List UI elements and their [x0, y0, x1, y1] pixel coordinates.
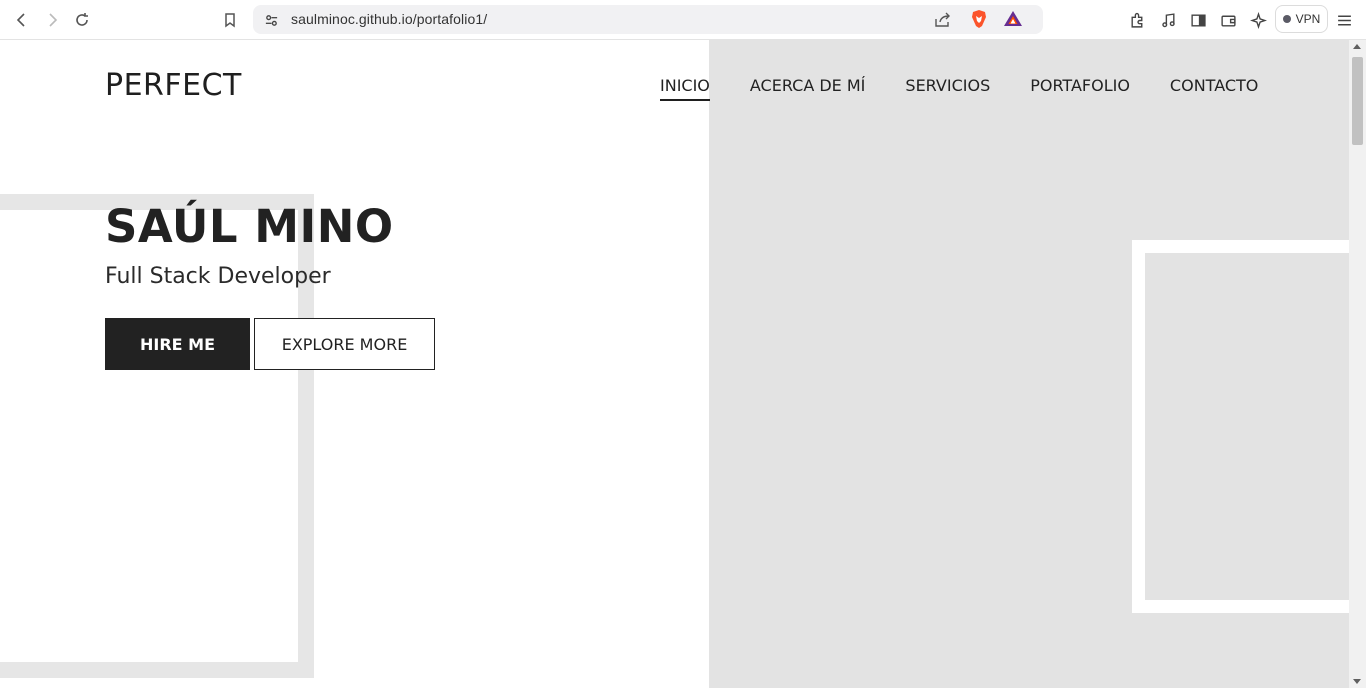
share-icon[interactable] [933, 10, 953, 30]
sidebar-icon[interactable] [1187, 9, 1209, 31]
hire-me-button[interactable]: HIRE ME [105, 318, 250, 370]
scroll-down-icon[interactable] [1353, 679, 1361, 684]
media-icon[interactable] [1157, 9, 1179, 31]
nav-item-portafolio[interactable]: PORTAFOLIO [1030, 76, 1130, 101]
scrollbar-thumb[interactable] [1352, 57, 1363, 145]
rewards-icon[interactable] [1003, 9, 1023, 29]
page-viewport: PERFECT INICIO ACERCA DE MÍ SERVICIOS PO… [0, 40, 1349, 688]
vpn-label: VPN [1295, 12, 1321, 26]
vpn-button[interactable]: VPN [1275, 5, 1328, 33]
reload-icon[interactable] [70, 8, 94, 32]
address-bar[interactable]: saulminoc.github.io/portafolio1/ [253, 5, 1043, 34]
main-navigation: INICIO ACERCA DE MÍ SERVICIOS PORTAFOLIO… [660, 76, 1258, 101]
extensions-icon[interactable] [1126, 9, 1148, 31]
page-scrollbar[interactable] [1349, 40, 1366, 688]
bookmark-icon[interactable] [218, 8, 242, 32]
nav-item-contacto[interactable]: CONTACTO [1170, 76, 1258, 101]
decorative-frame-right [1132, 240, 1349, 613]
nav-item-servicios[interactable]: SERVICIOS [905, 76, 990, 101]
logo-text: ERFECT [123, 68, 242, 103]
menu-icon[interactable] [1333, 9, 1355, 31]
explore-more-button[interactable]: EXPLORE MORE [254, 318, 435, 370]
brave-shield-icon[interactable] [969, 9, 989, 29]
scroll-up-icon[interactable] [1353, 44, 1361, 49]
logo-mark: P [105, 68, 124, 103]
browser-toolbar: saulminoc.github.io/portafolio1/ VPN [0, 0, 1366, 40]
url-text[interactable]: saulminoc.github.io/portafolio1/ [291, 11, 487, 27]
back-icon[interactable] [10, 8, 34, 32]
leo-ai-icon[interactable] [1247, 9, 1269, 31]
vpn-status-icon [1282, 15, 1291, 23]
forward-icon[interactable] [40, 8, 64, 32]
nav-item-inicio[interactable]: INICIO [660, 76, 710, 101]
site-settings-icon[interactable] [262, 11, 280, 29]
hero-role: Full Stack Developer [105, 264, 331, 289]
hero-name: SAÚL MINO [105, 200, 394, 253]
wallet-icon[interactable] [1217, 9, 1239, 31]
site-logo[interactable]: PERFECT [105, 68, 242, 103]
nav-item-acerca[interactable]: ACERCA DE MÍ [750, 76, 866, 101]
